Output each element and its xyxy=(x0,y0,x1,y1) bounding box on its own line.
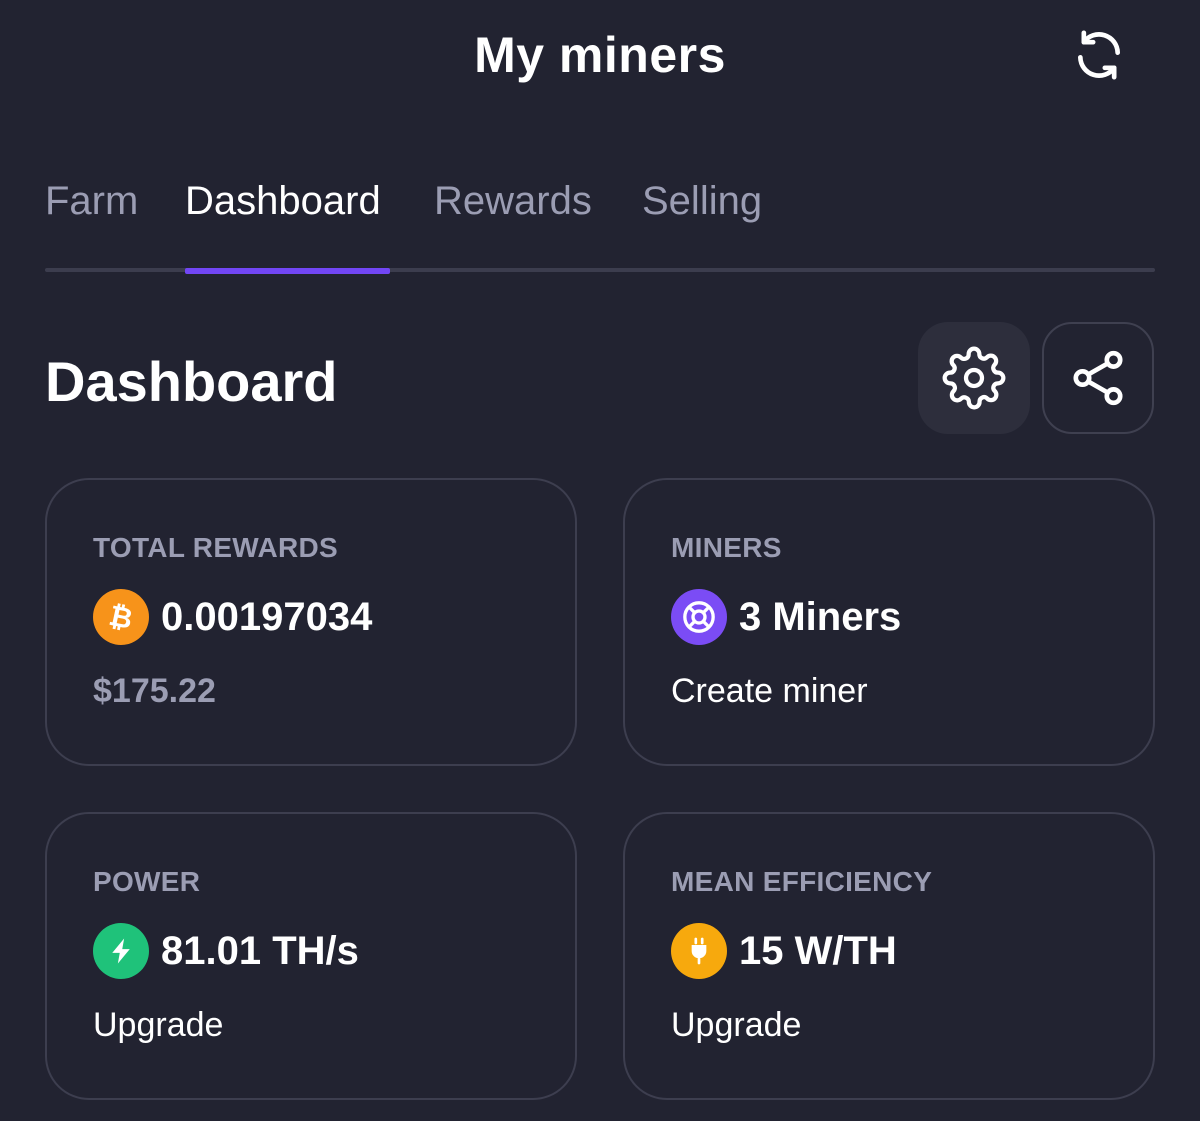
tab-rewards[interactable]: Rewards xyxy=(434,170,592,270)
total-rewards-label: TOTAL REWARDS xyxy=(93,532,339,563)
settings-button[interactable] xyxy=(918,322,1030,434)
total-rewards-usd: $175.22 xyxy=(93,672,216,710)
miners-label: MINERS xyxy=(671,532,782,563)
bitcoin-icon: ₿ xyxy=(93,589,149,645)
power-label: POWER xyxy=(93,866,201,897)
share-button[interactable] xyxy=(1042,322,1154,434)
power-card: POWER 81.01 TH/s Upgrade xyxy=(45,812,577,1100)
page-title: My miners xyxy=(474,27,726,83)
efficiency-upgrade-link[interactable]: Upgrade xyxy=(671,1006,801,1045)
tab-bar: Farm Dashboard Rewards Selling xyxy=(45,170,1155,278)
total-rewards-row: ₿ 0.00197034 xyxy=(93,588,372,646)
section-title: Dashboard xyxy=(45,350,338,413)
mean-efficiency-row: 15 W/TH xyxy=(671,922,897,980)
power-row: 81.01 TH/s xyxy=(93,922,359,980)
total-rewards-card: TOTAL REWARDS ₿ 0.00197034 $175.22 xyxy=(45,478,577,766)
miner-icon xyxy=(671,589,727,645)
plug-icon xyxy=(671,923,727,979)
tab-selling[interactable]: Selling xyxy=(642,170,762,270)
miners-card: MINERS 3 Miners Create miner xyxy=(623,478,1155,766)
gear-icon xyxy=(942,346,1006,410)
total-rewards-value: 0.00197034 xyxy=(161,594,373,639)
create-miner-link[interactable]: Create miner xyxy=(671,672,868,711)
miners-row: 3 Miners xyxy=(671,588,901,646)
refresh-button[interactable] xyxy=(1066,22,1132,88)
tab-dashboard[interactable]: Dashboard xyxy=(185,170,381,270)
tab-farm[interactable]: Farm xyxy=(45,170,138,270)
svg-text:₿: ₿ xyxy=(106,600,135,634)
share-icon xyxy=(1073,350,1123,406)
refresh-icon xyxy=(1078,30,1120,80)
active-tab-indicator xyxy=(185,268,390,274)
mean-efficiency-card: MEAN EFFICIENCY 15 W/TH Upgrade xyxy=(623,812,1155,1100)
mean-efficiency-label: MEAN EFFICIENCY xyxy=(671,866,933,897)
mean-efficiency-value: 15 W/TH xyxy=(739,928,897,973)
app-root: My miners Farm Dashboard Rewards Selling… xyxy=(0,0,1200,1121)
miners-count: 3 Miners xyxy=(739,594,902,639)
power-value: 81.01 TH/s xyxy=(161,928,359,973)
lightning-icon xyxy=(93,923,149,979)
power-upgrade-link[interactable]: Upgrade xyxy=(93,1006,223,1045)
